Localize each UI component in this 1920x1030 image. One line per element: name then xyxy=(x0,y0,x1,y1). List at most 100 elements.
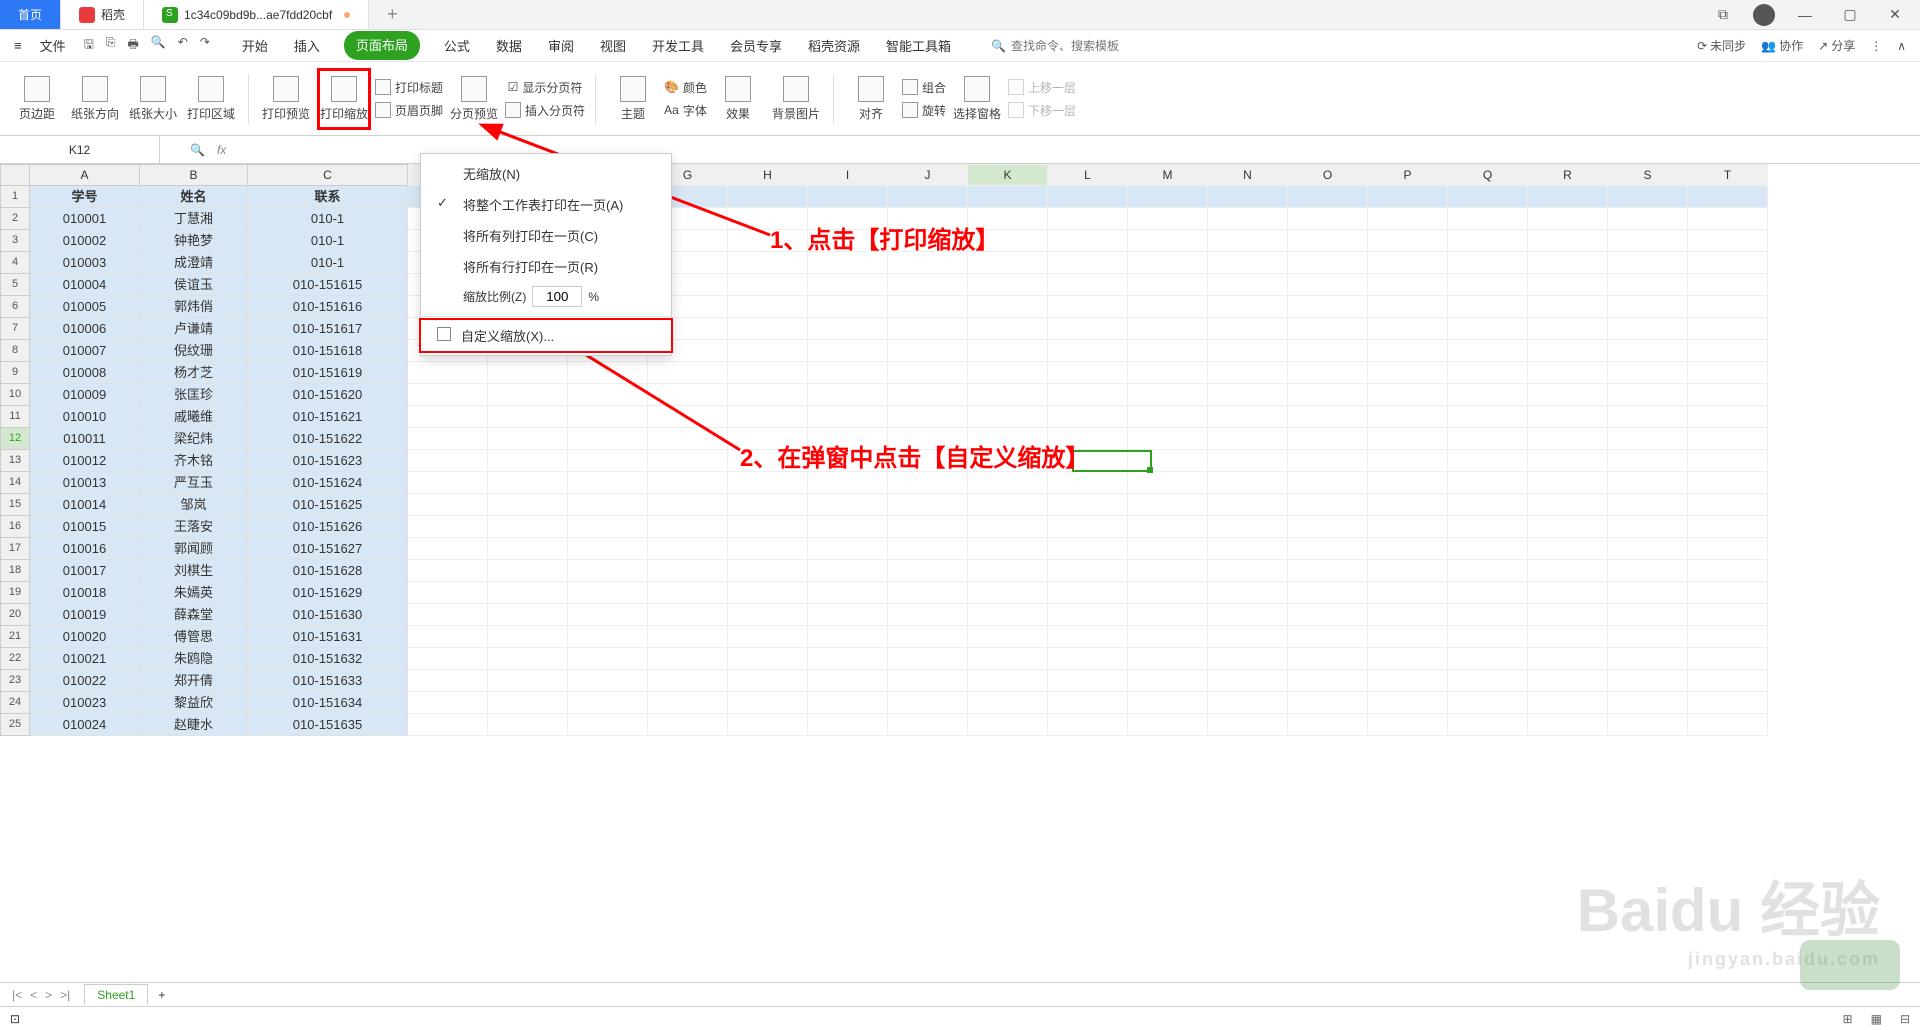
cell[interactable] xyxy=(408,538,488,560)
cell[interactable] xyxy=(648,560,728,582)
cell[interactable] xyxy=(968,670,1048,692)
cell[interactable] xyxy=(1048,230,1128,252)
cell[interactable] xyxy=(888,472,968,494)
zoom-fit-cols-option[interactable]: 将所有列打印在一页(C) xyxy=(421,220,671,251)
cell[interactable] xyxy=(1528,208,1608,230)
cell[interactable] xyxy=(1448,494,1528,516)
sheet-tab[interactable]: Sheet1 xyxy=(84,984,148,1005)
cell[interactable] xyxy=(808,406,888,428)
cell[interactable] xyxy=(968,186,1048,208)
font-button[interactable]: Aa字体 xyxy=(664,102,707,119)
cell[interactable] xyxy=(568,560,648,582)
page-break-preview-button[interactable]: 分页预览 xyxy=(447,68,501,130)
cell[interactable]: 010002 xyxy=(30,230,140,252)
cell[interactable] xyxy=(888,714,968,736)
cell[interactable] xyxy=(1288,670,1368,692)
cell[interactable] xyxy=(1288,516,1368,538)
row-header[interactable]: 5 xyxy=(0,274,30,296)
cell[interactable] xyxy=(1208,604,1288,626)
row-header[interactable]: 16 xyxy=(0,516,30,538)
cell[interactable] xyxy=(888,538,968,560)
next-sheet-icon[interactable]: > xyxy=(41,988,56,1002)
menu-稻壳资源[interactable]: 稻壳资源 xyxy=(806,31,862,60)
cell[interactable] xyxy=(1688,670,1768,692)
row-header[interactable]: 4 xyxy=(0,252,30,274)
cell[interactable] xyxy=(1528,472,1608,494)
cell[interactable] xyxy=(408,450,488,472)
cell[interactable] xyxy=(1448,384,1528,406)
cell[interactable] xyxy=(1688,604,1768,626)
cell[interactable] xyxy=(1288,450,1368,472)
cell[interactable] xyxy=(1048,494,1128,516)
status-icon[interactable]: ⊡ xyxy=(10,1012,20,1026)
cell[interactable] xyxy=(968,516,1048,538)
menu-插入[interactable]: 插入 xyxy=(292,31,322,60)
cell[interactable] xyxy=(1128,208,1208,230)
cell[interactable]: 010001 xyxy=(30,208,140,230)
select-pane-button[interactable]: 选择窗格 xyxy=(950,68,1004,130)
cell[interactable] xyxy=(568,714,648,736)
cell[interactable] xyxy=(888,494,968,516)
cell[interactable] xyxy=(808,472,888,494)
cell[interactable] xyxy=(1128,604,1208,626)
cell[interactable]: 010-151633 xyxy=(248,670,408,692)
cell[interactable]: 010006 xyxy=(30,318,140,340)
cell[interactable] xyxy=(1208,516,1288,538)
cell[interactable]: 010021 xyxy=(30,648,140,670)
cell[interactable] xyxy=(728,230,808,252)
cell[interactable] xyxy=(1048,428,1128,450)
cell[interactable] xyxy=(1288,714,1368,736)
cell[interactable] xyxy=(1688,472,1768,494)
cell[interactable] xyxy=(1368,604,1448,626)
row-header[interactable]: 8 xyxy=(0,340,30,362)
color-button[interactable]: 🎨颜色 xyxy=(664,79,707,96)
cell[interactable] xyxy=(808,362,888,384)
cell[interactable] xyxy=(968,626,1048,648)
cell[interactable] xyxy=(1528,516,1608,538)
collab-button[interactable]: 👥 协作 xyxy=(1761,37,1803,54)
cell[interactable] xyxy=(1288,582,1368,604)
cell[interactable] xyxy=(1368,494,1448,516)
cell[interactable] xyxy=(888,692,968,714)
cell[interactable] xyxy=(1448,450,1528,472)
maximize-button[interactable]: ▢ xyxy=(1835,6,1865,23)
cell[interactable] xyxy=(408,428,488,450)
add-sheet-button[interactable]: + xyxy=(158,988,165,1002)
view-normal-icon[interactable]: ⊞ xyxy=(1843,1012,1853,1026)
cell[interactable] xyxy=(1448,252,1528,274)
cell[interactable] xyxy=(728,274,808,296)
row-header[interactable]: 14 xyxy=(0,472,30,494)
cell[interactable] xyxy=(1448,230,1528,252)
cell[interactable] xyxy=(808,208,888,230)
cell[interactable]: 010016 xyxy=(30,538,140,560)
cell[interactable] xyxy=(1608,340,1688,362)
unsync-status[interactable]: ⟳ 未同步 xyxy=(1697,37,1746,54)
cell[interactable] xyxy=(1288,626,1368,648)
cell[interactable] xyxy=(1368,230,1448,252)
cell[interactable] xyxy=(1288,340,1368,362)
cell[interactable]: 010015 xyxy=(30,516,140,538)
cell[interactable] xyxy=(1448,362,1528,384)
cell[interactable]: 戚曦维 xyxy=(140,406,248,428)
menu-审阅[interactable]: 审阅 xyxy=(546,31,576,60)
cell[interactable] xyxy=(1688,318,1768,340)
cell[interactable] xyxy=(1208,648,1288,670)
cell[interactable] xyxy=(568,516,648,538)
cell[interactable] xyxy=(1448,186,1528,208)
cell[interactable]: 严互玉 xyxy=(140,472,248,494)
cell[interactable] xyxy=(1448,604,1528,626)
cell[interactable] xyxy=(1128,670,1208,692)
cell[interactable] xyxy=(1448,538,1528,560)
col-header-M[interactable]: M xyxy=(1128,164,1208,186)
cell[interactable] xyxy=(808,296,888,318)
cell[interactable] xyxy=(488,692,568,714)
cell[interactable]: 010-151635 xyxy=(248,714,408,736)
cell[interactable] xyxy=(648,406,728,428)
cell[interactable] xyxy=(968,692,1048,714)
zoom-custom-option[interactable]: 自定义缩放(X)... xyxy=(419,318,673,353)
cell[interactable] xyxy=(888,428,968,450)
cell[interactable]: 010-1 xyxy=(248,230,408,252)
cell[interactable] xyxy=(408,648,488,670)
cell[interactable]: 010-151621 xyxy=(248,406,408,428)
cell[interactable] xyxy=(648,648,728,670)
